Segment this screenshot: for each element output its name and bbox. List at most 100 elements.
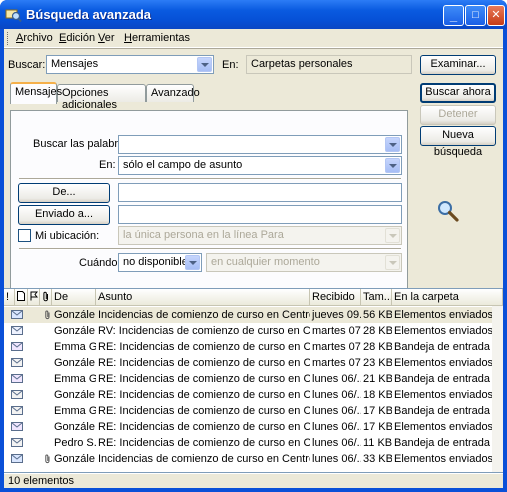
- table-row[interactable]: Gonzále...RE: Incidencias de comienzo de…: [4, 355, 492, 371]
- table-row[interactable]: Emma G...RE: Incidencias de comienzo de …: [4, 403, 492, 419]
- table-row[interactable]: Emma G...RE: Incidencias de comienzo de …: [4, 371, 492, 387]
- document-icon: [17, 291, 25, 301]
- buscar-ahora-button[interactable]: Buscar ahora: [420, 83, 496, 103]
- magnifier-icon: [438, 201, 459, 222]
- close-button[interactable]: ✕: [487, 5, 505, 26]
- menu-edicion[interactable]: Edición: [59, 32, 95, 44]
- table-row[interactable]: Pedro S...RE: Incidencias de comienzo de…: [4, 435, 492, 451]
- status-text: 10 elementos: [8, 475, 75, 487]
- cell-asunto: RE: Incidencias de comienzo de curso en …: [98, 421, 310, 433]
- read-envelope-icon: [11, 390, 23, 399]
- cuando-select[interactable]: no disponible: [118, 253, 202, 272]
- reply-envelope-icon: [11, 374, 23, 383]
- results-list: ! De Asunto Recibido Tam... En la carpet…: [4, 288, 503, 473]
- title-bar[interactable]: Búsqueda avanzada _ □ ✕: [0, 0, 507, 29]
- cell-recibido: lunes 06/...: [312, 405, 361, 417]
- mi-ubicacion-checkbox[interactable]: [18, 229, 31, 242]
- campo-select[interactable]: sólo el campo de asunto: [118, 156, 402, 175]
- divider: [19, 248, 401, 250]
- cell-de: Gonzále...: [54, 357, 96, 369]
- read-envelope-icon: [11, 406, 23, 415]
- table-row[interactable]: Gonzále...Incidencias de comienzo de cur…: [4, 307, 492, 323]
- divider: [19, 178, 401, 180]
- cell-de: Emma G...: [54, 373, 96, 385]
- vertical-scrollbar[interactable]: [492, 306, 503, 472]
- palabras-input[interactable]: [118, 135, 402, 154]
- nueva-busqueda-button[interactable]: Nueva búsqueda: [420, 126, 496, 158]
- table-row[interactable]: Gonzále...RE: Incidencias de comienzo de…: [4, 419, 492, 435]
- campo-select-value: sólo el campo de asunto: [123, 159, 243, 171]
- read-envelope-icon: [11, 438, 23, 447]
- column-recibido[interactable]: Recibido: [310, 289, 361, 306]
- sent-envelope-icon: [11, 454, 23, 463]
- table-row[interactable]: Gonzále...RV: Incidencias de comienzo de…: [4, 323, 492, 339]
- menu-ver[interactable]: Ver: [98, 32, 115, 44]
- mi-ubicacion-select[interactable]: la única persona en la línea Para: [118, 226, 402, 245]
- examinar-button[interactable]: Examinar...: [420, 55, 496, 75]
- flag-icon: [30, 291, 39, 301]
- cell-de: Gonzále...: [54, 421, 96, 433]
- column-tamano[interactable]: Tam...: [361, 289, 392, 306]
- tab-opciones-adicionales[interactable]: Opciones adicionales: [57, 84, 146, 111]
- chevron-down-icon[interactable]: [385, 228, 400, 243]
- column-de[interactable]: De: [52, 289, 96, 306]
- en-campo-label: En:: [99, 159, 116, 171]
- maximize-button[interactable]: □: [465, 5, 486, 26]
- column-icon[interactable]: [15, 289, 28, 306]
- cell-recibido: lunes 06/...: [312, 421, 361, 433]
- search-window: Búsqueda avanzada _ □ ✕ Archivo Edición …: [0, 0, 507, 492]
- cuando-select-value: no disponible: [123, 256, 188, 268]
- column-flag[interactable]: [28, 289, 40, 306]
- cell-recibido: martes 07...: [312, 341, 361, 353]
- tab-avanzado[interactable]: Avanzado: [146, 84, 200, 102]
- de-input[interactable]: [118, 183, 402, 202]
- mi-ubicacion-label: Mi ubicación:: [35, 230, 100, 242]
- chevron-down-icon[interactable]: [385, 255, 400, 270]
- cell-carpeta: Elementos enviados: [394, 309, 492, 321]
- reply-envelope-icon: [11, 342, 23, 351]
- toolbar-grip[interactable]: [7, 32, 10, 45]
- chevron-down-icon[interactable]: [385, 158, 400, 173]
- cell-tamano: 11 KB: [363, 437, 392, 449]
- cell-de: Gonzále...: [54, 309, 96, 321]
- cell-asunto: RE: Incidencias de comienzo de curso en …: [98, 341, 310, 353]
- cell-asunto: Incidencias de comienzo de curso en Cent…: [98, 453, 310, 465]
- column-carpeta[interactable]: En la carpeta: [392, 289, 503, 306]
- cell-de: Emma G...: [54, 341, 96, 353]
- menu-bar: Archivo Edición Ver Herramientas: [4, 29, 503, 48]
- cell-carpeta: Bandeja de entrada: [394, 373, 491, 385]
- paperclip-icon: [43, 291, 48, 302]
- menu-archivo[interactable]: Archivo: [16, 32, 53, 44]
- cell-asunto: RE: Incidencias de comienzo de curso en …: [98, 373, 310, 385]
- de-button[interactable]: De...: [18, 183, 110, 203]
- carpeta-field: Carpetas personales: [246, 55, 412, 74]
- menu-herramientas[interactable]: Herramientas: [124, 32, 190, 44]
- cell-tamano: 56 KB: [363, 309, 392, 321]
- table-row[interactable]: Emma G...RE: Incidencias de comienzo de …: [4, 339, 492, 355]
- cell-de: Gonzále...: [54, 389, 96, 401]
- enviado-a-button[interactable]: Enviado a...: [18, 205, 110, 225]
- table-row[interactable]: Gonzále...Incidencias de comienzo de cur…: [4, 451, 492, 467]
- cell-asunto: Incidencias de comienzo de curso en Cent…: [98, 309, 310, 321]
- read-envelope-icon: [11, 358, 23, 367]
- tab-mensajes[interactable]: Mensajes: [10, 82, 62, 104]
- column-asunto[interactable]: Asunto: [96, 289, 310, 306]
- cell-asunto: RE: Incidencias de comienzo de curso en …: [98, 389, 310, 401]
- momento-select[interactable]: en cualquier momento: [206, 253, 402, 272]
- minimize-button[interactable]: _: [443, 5, 464, 26]
- buscar-select-value: Mensajes: [51, 58, 99, 70]
- column-importance[interactable]: !: [4, 289, 15, 306]
- mi-ubicacion-select-value: la única persona en la línea Para: [123, 229, 284, 241]
- table-row[interactable]: Gonzále...RE: Incidencias de comienzo de…: [4, 387, 492, 403]
- cell-tamano: 23 KB: [363, 357, 392, 369]
- paperclip-icon: [45, 310, 50, 320]
- chevron-down-icon[interactable]: [197, 57, 212, 72]
- chevron-down-icon[interactable]: [385, 137, 400, 152]
- column-attach[interactable]: [40, 289, 52, 306]
- cell-tamano: 17 KB: [363, 421, 392, 433]
- buscar-select[interactable]: Mensajes: [46, 55, 214, 74]
- cell-de: Emma G...: [54, 405, 96, 417]
- enviado-a-input[interactable]: [118, 205, 402, 224]
- chevron-down-icon[interactable]: [185, 255, 200, 270]
- detener-button[interactable]: Detener: [420, 105, 496, 125]
